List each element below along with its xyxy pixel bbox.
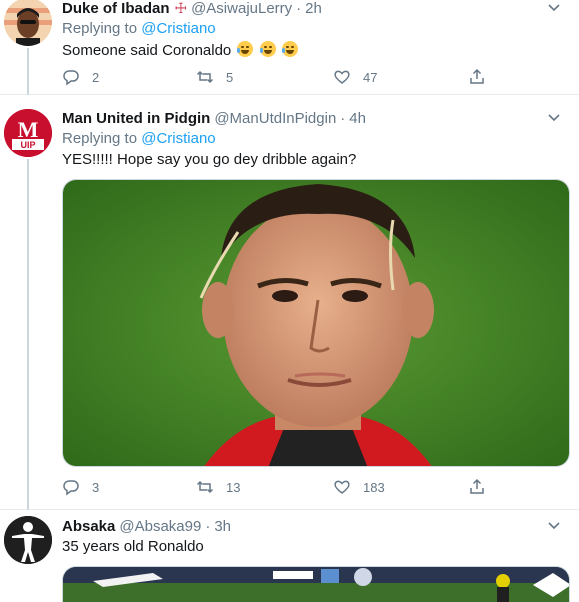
display-name[interactable]: Absaka [62, 518, 115, 535]
timestamp[interactable]: 4h [349, 110, 366, 127]
avatar-letter: M [18, 117, 39, 142]
like-button[interactable]: 183 [333, 478, 385, 496]
retweet-count: 5 [226, 69, 234, 85]
separator-dot: · [340, 109, 346, 127]
replying-label: Replying to [62, 20, 138, 37]
avatar[interactable] [4, 0, 52, 46]
timestamp[interactable]: 3h [214, 518, 231, 535]
match-footage-image [63, 567, 569, 602]
retweet-icon [196, 70, 214, 84]
chevron-down-icon[interactable] [545, 0, 563, 16]
heart-icon [334, 70, 350, 84]
reply-icon [63, 70, 79, 86]
face-with-tears-of-joy-icon [259, 41, 276, 57]
player-portrait-image [63, 180, 569, 466]
flag-icon: ☩ [174, 0, 188, 16]
chevron-down-icon[interactable] [545, 108, 563, 126]
tweet-actions: 2 5 47 [62, 68, 502, 88]
tweet-text: YES!!!!! Hope say you go dey dribble aga… [62, 151, 357, 168]
tweet-video-preview[interactable] [62, 566, 570, 602]
tweet-actions: 3 13 183 [62, 478, 502, 498]
tweet-photo[interactable] [62, 179, 570, 467]
like-count: 47 [363, 69, 378, 85]
tweet[interactable]: Absaka @Absaka99 · 3h 35 years old Ronal… [0, 510, 579, 602]
retweet-button[interactable]: 5 [196, 68, 233, 86]
display-name[interactable]: Man United in Pidgin [62, 110, 210, 127]
handle[interactable]: @ManUtdInPidgin [214, 110, 336, 127]
share-icon [470, 68, 484, 84]
avatar-tag: UIP [20, 140, 35, 150]
reply-count: 3 [92, 479, 100, 495]
handle[interactable]: @Absaka99 [119, 518, 201, 535]
reply-icon [63, 480, 79, 496]
replying-to: Replying to @Cristiano [62, 20, 563, 40]
display-name[interactable]: Duke of Ibadan [62, 0, 170, 17]
heart-icon [334, 480, 350, 494]
timestamp[interactable]: 2h [305, 0, 322, 17]
reply-button[interactable]: 3 [62, 478, 99, 496]
separator-dot: · [296, 0, 302, 17]
mention-link[interactable]: @Cristiano [141, 20, 215, 37]
share-icon [470, 478, 484, 494]
tweet-text-content: Someone said Coronaldo [62, 42, 232, 59]
tweet-text: 35 years old Ronaldo [62, 538, 204, 555]
reply-button[interactable]: 2 [62, 68, 99, 86]
tweet[interactable]: Duke of Ibadan ☩ @AsiwajuLerry · 2h Repl… [0, 0, 579, 95]
avatar[interactable] [4, 516, 52, 564]
retweet-button[interactable]: 13 [196, 478, 240, 496]
chevron-down-icon[interactable] [545, 516, 563, 534]
reply-count: 2 [92, 69, 100, 85]
handle[interactable]: @AsiwajuLerry [191, 0, 292, 17]
replying-label: Replying to [62, 130, 138, 147]
face-with-tears-of-joy-icon [281, 41, 298, 57]
like-count: 183 [363, 479, 385, 495]
tweet[interactable]: M UIP Man United in Pidgin @ManUtdInPidg… [0, 95, 579, 510]
thread-line [27, 159, 29, 510]
tweet-text: Someone said Coronaldo [62, 41, 563, 61]
thread-line [27, 48, 29, 95]
retweet-count: 13 [226, 479, 241, 495]
like-button[interactable]: 47 [333, 68, 377, 86]
retweet-icon [196, 480, 214, 494]
share-button[interactable] [468, 478, 498, 496]
avatar[interactable]: M UIP [4, 109, 52, 157]
separator-dot: · [205, 517, 211, 535]
loudly-crying-face-icon [237, 41, 254, 57]
mention-link[interactable]: @Cristiano [141, 130, 215, 147]
share-button[interactable] [468, 68, 498, 86]
replying-to: Replying to @Cristiano [62, 130, 563, 150]
